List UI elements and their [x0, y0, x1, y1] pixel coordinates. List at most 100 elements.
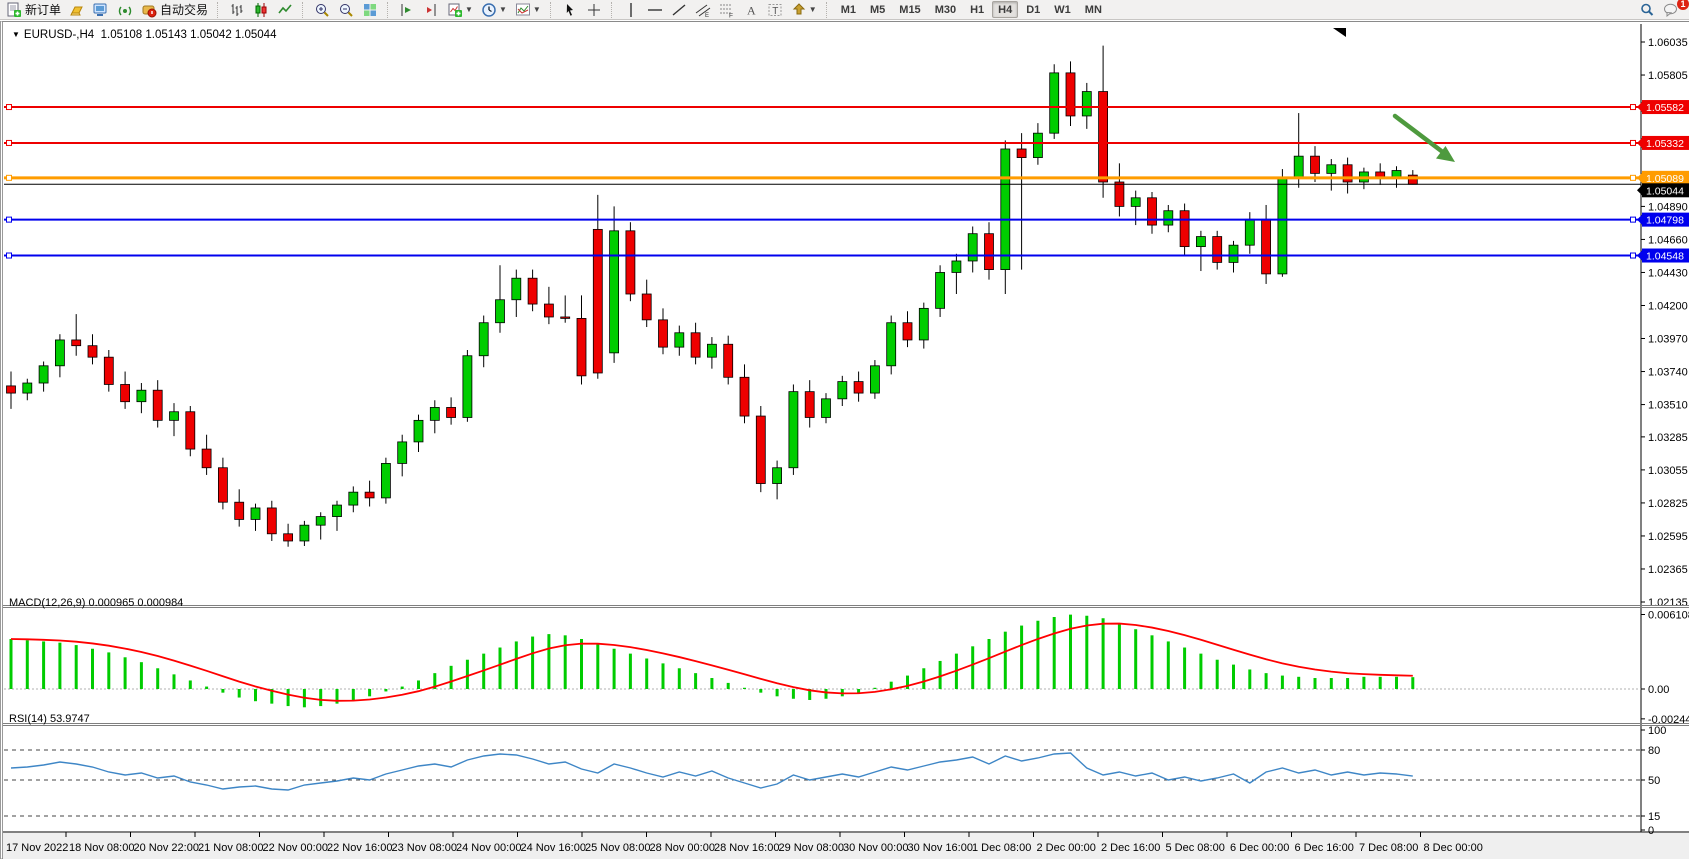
trendline-icon	[671, 2, 687, 18]
price-tick-label: 1.03740	[1648, 367, 1688, 379]
timeframe-button-M5[interactable]: M5	[864, 1, 891, 18]
notification-badge: 1	[1677, 0, 1689, 10]
timeframe-button-MN[interactable]: MN	[1079, 1, 1108, 18]
toolbar-button-chart-shift[interactable]	[419, 1, 443, 19]
fibonacci-icon: F	[719, 2, 735, 18]
line-handle[interactable]	[1631, 253, 1636, 258]
toolbar-button-line-chart[interactable]	[273, 1, 297, 19]
rsi-scale-label: 80	[1648, 745, 1660, 757]
date-tick-label: 17 Nov 2022	[6, 842, 68, 854]
date-tick-label: 30 Nov 00:00	[843, 842, 908, 854]
rsi-scale-label: 100	[1648, 725, 1666, 737]
arrows-icon	[791, 2, 807, 18]
toolbar-button-arrows[interactable]: ▼	[787, 1, 821, 19]
timeframe-button-H1[interactable]: H1	[964, 1, 990, 18]
toolbar-button-signal[interactable]	[113, 1, 137, 19]
rsi-name: RSI(14)	[9, 713, 47, 725]
chevron-down-icon[interactable]: ▼	[499, 5, 507, 14]
toolbar-button-chat[interactable]: 1	[1659, 1, 1683, 19]
chart-canvas[interactable]: 1.060351.058051.048901.046601.044301.042…	[3, 22, 1689, 859]
toolbar-button-candlestick[interactable]	[249, 1, 273, 19]
toolbar-button-zoom-in[interactable]	[310, 1, 334, 19]
toolbar-button-channel[interactable]: E	[691, 1, 715, 19]
toolbar-group-timeframes: M1M5M15M30H1H4D1W1MN	[834, 0, 1109, 20]
price-tick-label: 1.04890	[1648, 201, 1688, 213]
toolbar-button-hline[interactable]	[643, 1, 667, 19]
chevron-down-icon[interactable]: ▼	[809, 5, 817, 14]
timeframe-button-W1[interactable]: W1	[1048, 1, 1077, 18]
timeframe-button-M1[interactable]: M1	[835, 1, 862, 18]
toolbar-button-autotrade[interactable]: 自动交易	[137, 1, 212, 19]
toolbar-button-auto-scroll[interactable]	[395, 1, 419, 19]
toolbar-group-chart-nav: ▼ ▼ ▼	[395, 0, 545, 20]
timeframe-button-H4[interactable]: H4	[992, 1, 1018, 18]
date-tick-label: 22 Nov 00:00	[263, 842, 328, 854]
date-tick-label: 7 Dec 08:00	[1359, 842, 1418, 854]
line-handle[interactable]	[7, 217, 12, 222]
chevron-down-icon[interactable]: ▼	[465, 5, 473, 14]
date-tick-label: 28 Nov 00:00	[650, 842, 715, 854]
collapse-arrow-icon[interactable]: ▼	[12, 30, 20, 39]
signal-icon	[117, 2, 133, 18]
svg-text:1.05089: 1.05089	[1646, 173, 1684, 185]
line-handle[interactable]	[7, 253, 12, 258]
line-handle[interactable]	[1631, 175, 1636, 180]
toolbar: 新订单 自动交易 ▼ ▼ ▼ E F AT ▼ M1M5M15M30H1H4D1W1MN 1	[0, 0, 1689, 20]
chevron-down-icon[interactable]: ▼	[533, 5, 541, 14]
toolbar-button-new-order[interactable]: 新订单	[2, 1, 65, 19]
toolbar-group-objects: E F AT ▼	[619, 0, 821, 20]
toolbar-button-crosshair[interactable]	[582, 1, 606, 19]
indicators-icon	[515, 2, 531, 18]
date-tick-label: 21 Nov 08:00	[198, 842, 263, 854]
timeframe-button-M30[interactable]: M30	[929, 1, 962, 18]
toolbar-button-zoom-out[interactable]	[334, 1, 358, 19]
hline-icon	[647, 2, 663, 18]
svg-text:1.05044: 1.05044	[1646, 185, 1684, 197]
rsi-label: RSI(14) 53.9747	[9, 713, 90, 725]
toolbar-button-search[interactable]	[1635, 1, 1659, 19]
toolbar-button-cursor[interactable]	[558, 1, 582, 19]
price-tick-label: 1.03055	[1648, 465, 1688, 477]
line-handle[interactable]	[7, 140, 12, 145]
price-tick-label: 1.03510	[1648, 400, 1688, 412]
toolbar-separator	[826, 2, 831, 18]
line-chart-icon	[277, 2, 293, 18]
tile-windows-icon	[362, 2, 378, 18]
line-handle[interactable]	[1631, 105, 1636, 110]
rsi-scale-label: 15	[1648, 811, 1660, 823]
date-tick-label: 1 Dec 08:00	[972, 842, 1031, 854]
svg-text:F: F	[729, 12, 733, 18]
toolbar-button-new-chart[interactable]: ▼	[443, 1, 477, 19]
toolbar-button-period[interactable]: ▼	[477, 1, 511, 19]
toolbar-button-indicators[interactable]: ▼	[511, 1, 545, 19]
chart-symbol: EURUSD-,H4	[24, 29, 94, 41]
toolbar-group-trade: 新订单 自动交易	[2, 0, 212, 20]
timeframe-button-D1[interactable]: D1	[1020, 1, 1046, 18]
toolbar-button-text-label[interactable]: T	[763, 1, 787, 19]
toolbar-button-bar-chart[interactable]	[225, 1, 249, 19]
line-handle[interactable]	[1631, 217, 1636, 222]
line-handle[interactable]	[1631, 140, 1636, 145]
macd-scale-label: 0.00	[1648, 684, 1669, 696]
toolbar-button-terminal[interactable]	[89, 1, 113, 19]
toolbar-right: 1	[1635, 0, 1683, 20]
svg-text:A: A	[747, 3, 756, 17]
toolbar-button-gold[interactable]	[65, 1, 89, 19]
line-handle[interactable]	[7, 175, 12, 180]
toolbar-button-text[interactable]: A	[739, 1, 763, 19]
vline-icon	[623, 2, 639, 18]
line-handle[interactable]	[7, 105, 12, 110]
price-badge-support-2: 1.04548	[1637, 249, 1689, 263]
toolbar-separator	[217, 2, 222, 18]
chart-ohlc-values: 1.05108 1.05143 1.05042 1.05044	[101, 29, 277, 41]
toolbar-button-vline[interactable]	[619, 1, 643, 19]
toolbar-group-zoom	[310, 0, 382, 20]
timeframe-button-M15[interactable]: M15	[893, 1, 926, 18]
price-tick-label: 1.04660	[1648, 234, 1688, 246]
toolbar-button-fibonacci[interactable]: F	[715, 1, 739, 19]
chart-window: 1.060351.058051.048901.046601.044301.042…	[0, 21, 1689, 859]
toolbar-button-tile-windows[interactable]	[358, 1, 382, 19]
rsi-scale-label: 0	[1648, 825, 1654, 837]
auto-scroll-icon	[399, 2, 415, 18]
toolbar-button-trendline[interactable]	[667, 1, 691, 19]
